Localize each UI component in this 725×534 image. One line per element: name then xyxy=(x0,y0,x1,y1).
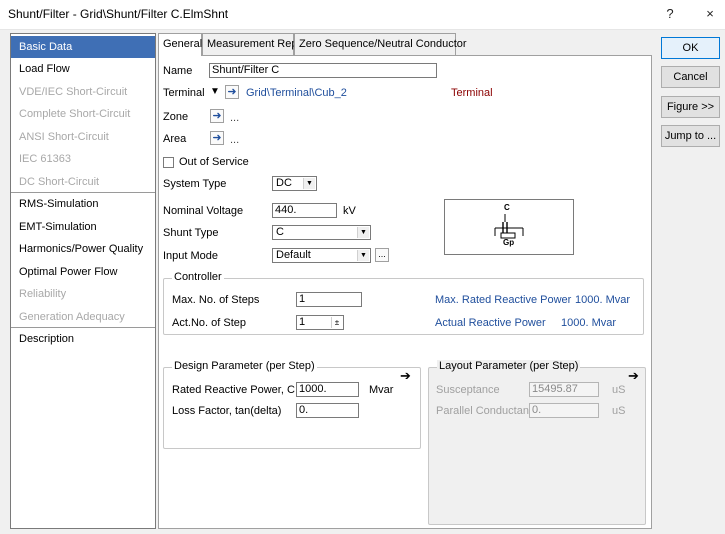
rated-reactive-power-unit: Mvar xyxy=(369,384,394,396)
act-step-label: Act.No. of Step xyxy=(172,317,246,329)
terminal-dropdown-icon[interactable]: ▼ xyxy=(210,86,220,97)
tab-general[interactable]: General xyxy=(158,33,202,56)
name-label: Name xyxy=(163,65,193,77)
rated-reactive-power-label: Rated Reactive Power, C xyxy=(172,384,295,396)
sidebar-item-dc-short-circuit[interactable]: DC Short-Circuit xyxy=(11,171,155,193)
sidebar-item-reliability[interactable]: Reliability xyxy=(11,283,155,305)
sidebar-item-load-flow[interactable]: Load Flow xyxy=(11,58,155,80)
system-type-label: System Type xyxy=(163,178,227,190)
max-steps-field[interactable]: 1 xyxy=(296,292,362,307)
sidebar-item-generation-adequacy[interactable]: Generation Adequacy xyxy=(11,306,155,328)
figure-button[interactable]: Figure >> xyxy=(661,96,720,118)
layout-parameter-title: Layout Parameter (per Step) xyxy=(437,360,581,372)
shunt-type-value: C xyxy=(276,226,284,238)
susceptance-field[interactable]: 15495.87 xyxy=(529,382,599,397)
system-type-select[interactable]: DC ▼ xyxy=(272,176,317,191)
sidebar-item-basic-data[interactable]: Basic Data xyxy=(11,36,155,58)
loss-factor-label: Loss Factor, tan(delta) xyxy=(172,405,282,417)
area-label: Area xyxy=(163,133,187,145)
name-field[interactable]: Shunt/Filter C xyxy=(209,63,437,78)
diagram-label-c: C xyxy=(504,203,510,212)
out-of-service-checkbox[interactable] xyxy=(163,157,174,168)
cancel-button[interactable]: Cancel xyxy=(661,66,720,88)
zone-jump-arrow-icon[interactable]: ➜ xyxy=(210,109,224,123)
sidebar-item-optimal-power-flow[interactable]: Optimal Power Flow xyxy=(11,261,155,283)
nominal-voltage-unit: kV xyxy=(343,205,356,217)
terminal-jump-arrow-icon[interactable]: ➜ xyxy=(225,85,239,99)
help-button[interactable]: ? xyxy=(660,6,680,21)
design-parameter-title: Design Parameter (per Step) xyxy=(172,360,317,372)
chevron-down-icon: ▼ xyxy=(303,178,315,189)
ok-button[interactable]: OK xyxy=(661,37,720,59)
tab-measurement-report[interactable]: Measurement Report xyxy=(202,33,310,55)
loss-factor-field[interactable]: 0. xyxy=(296,403,359,418)
area-jump-arrow-icon[interactable]: ➜ xyxy=(210,131,224,145)
chevron-down-icon: ▼ xyxy=(357,250,369,261)
terminal-type: Terminal xyxy=(451,87,493,99)
terminal-path[interactable]: Grid\Terminal\Cub_2 xyxy=(246,87,347,99)
terminal-label: Terminal xyxy=(163,87,205,99)
page-sidebar: Basic Data Load Flow VDE/IEC Short-Circu… xyxy=(10,33,156,529)
spinner-icon[interactable]: ± xyxy=(331,317,342,328)
sidebar-item-complete-short-circuit[interactable]: Complete Short-Circuit xyxy=(11,103,155,125)
max-steps-label: Max. No. of Steps xyxy=(172,294,260,306)
act-step-value: 1 xyxy=(299,316,306,328)
susceptance-unit: uS xyxy=(612,384,626,396)
close-button[interactable]: × xyxy=(700,6,720,21)
tab-zero-sequence[interactable]: Zero Sequence/Neutral Conductor xyxy=(294,33,467,55)
rated-reactive-power-field[interactable]: 1000. xyxy=(296,382,359,397)
input-mode-label: Input Mode xyxy=(163,250,219,262)
max-rated-reactive-value: 1000. Mvar xyxy=(575,294,631,306)
parallel-conductance-unit: uS xyxy=(612,405,626,417)
sidebar-item-iec-61363[interactable]: IEC 61363 xyxy=(11,148,155,170)
sidebar-item-emt-simulation[interactable]: EMT-Simulation xyxy=(11,216,155,238)
sidebar-item-rms-simulation[interactable]: RMS-Simulation xyxy=(11,193,155,215)
sidebar-item-harmonics-power-quality[interactable]: Harmonics/Power Quality xyxy=(11,238,155,260)
diagram-label-gp: Gp xyxy=(503,238,515,247)
shunt-type-label: Shunt Type xyxy=(163,227,219,239)
actual-reactive-value: 1000. Mvar xyxy=(561,317,617,329)
parallel-conductance-field[interactable]: 0. xyxy=(529,403,599,418)
sidebar-item-ansi-short-circuit[interactable]: ANSI Short-Circuit xyxy=(11,126,155,148)
system-type-value: DC xyxy=(276,177,292,189)
controller-group-title: Controller xyxy=(172,271,224,283)
zone-value: ... xyxy=(230,112,240,124)
act-step-stepper[interactable]: 1 ± xyxy=(296,315,344,330)
shunt-diagram: C Gp xyxy=(444,199,574,255)
input-mode-ellipsis-button[interactable]: ... xyxy=(375,248,389,262)
input-mode-value: Default xyxy=(276,249,311,261)
input-mode-select[interactable]: Default ▼ xyxy=(272,248,371,263)
actual-reactive-label: Actual Reactive Power xyxy=(435,317,546,329)
parallel-conductance-label: Parallel Conductance xyxy=(436,405,541,417)
nominal-voltage-label: Nominal Voltage xyxy=(163,205,244,217)
window-title: Shunt/Filter - Grid\Shunt/Filter C.ElmSh… xyxy=(8,7,229,21)
jump-to-button[interactable]: Jump to ... xyxy=(661,125,720,147)
chevron-down-icon: ▼ xyxy=(357,227,369,238)
out-of-service-label: Out of Service xyxy=(179,156,249,168)
susceptance-label: Susceptance xyxy=(436,384,500,396)
area-value: ... xyxy=(230,134,240,146)
sidebar-item-vde-iec-short-circuit[interactable]: VDE/IEC Short-Circuit xyxy=(11,81,155,103)
layout-arrow-icon[interactable]: ➔ xyxy=(628,368,639,384)
max-rated-reactive-label: Max. Rated Reactive Power xyxy=(435,294,572,306)
zone-label: Zone xyxy=(163,111,189,123)
design-arrow-icon[interactable]: ➔ xyxy=(400,368,411,384)
sidebar-item-description[interactable]: Description xyxy=(11,328,155,350)
title-bar: Shunt/Filter - Grid\Shunt/Filter C.ElmSh… xyxy=(0,0,725,30)
shunt-type-select[interactable]: C ▼ xyxy=(272,225,371,240)
nominal-voltage-field[interactable]: 440. xyxy=(272,203,337,218)
